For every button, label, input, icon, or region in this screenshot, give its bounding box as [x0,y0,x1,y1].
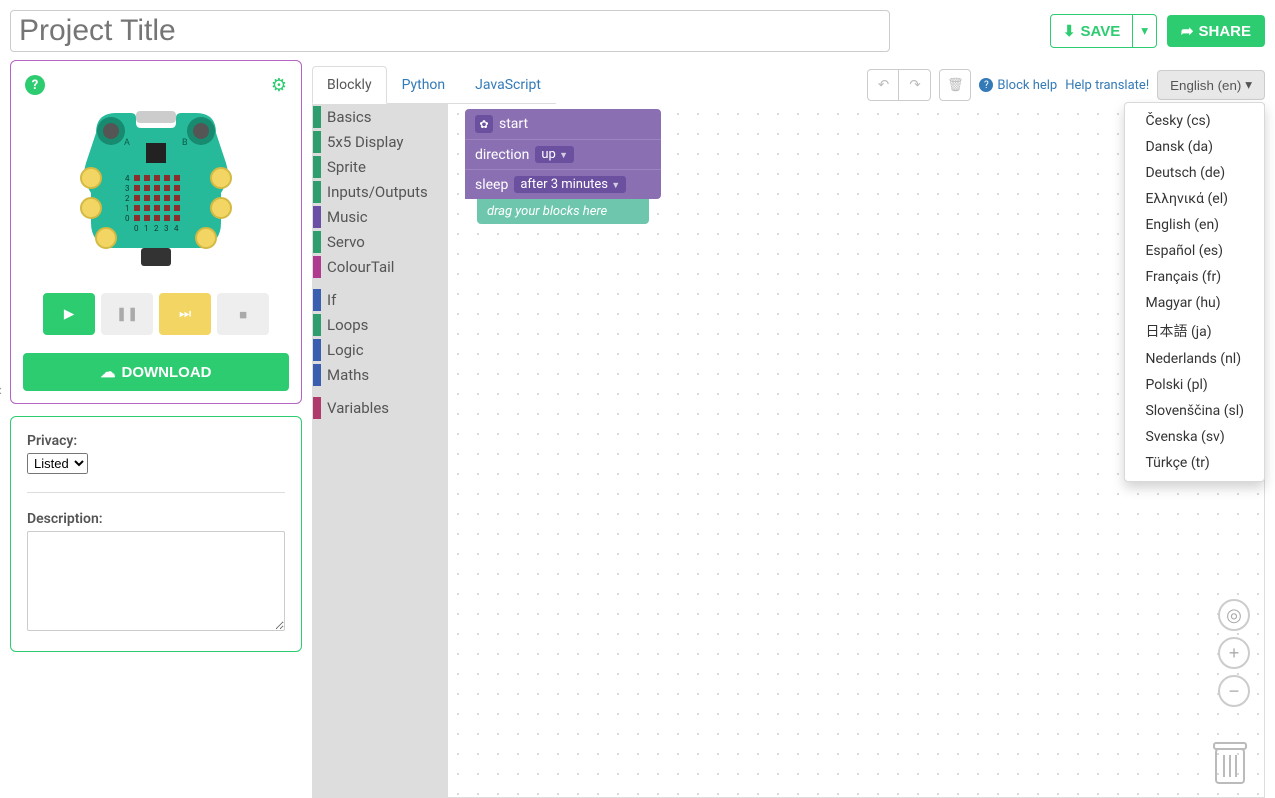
zoom-center-button[interactable]: ◎ [1218,599,1250,631]
lang-item[interactable]: Česky (cs) [1125,108,1264,134]
caret-down-icon: ▾ [1245,77,1252,93]
toolbox-cat-if[interactable]: If [313,287,448,312]
device-simulator: A B 43210 01234 [76,103,236,273]
lang-item[interactable]: Türkçe (tr) [1125,450,1264,476]
play-icon: ▶ [64,306,74,322]
toolbox-cat-inputs-outputs[interactable]: Inputs/Outputs [313,179,448,204]
zoom-in-button[interactable]: + [1218,637,1250,669]
lang-item[interactable]: Magyar (hu) [1125,290,1264,316]
toolbox-cat-music[interactable]: Music [313,204,448,229]
caret-down-icon: ▾ [1141,23,1148,38]
minus-icon: − [1229,681,1240,702]
target-icon: ◎ [1226,605,1242,626]
info-icon: ? [979,78,993,92]
meta-panel: Privacy: Listed Description: [10,416,302,652]
tab-blockly[interactable]: Blockly [312,66,387,104]
share-icon: ➦ [1181,22,1194,40]
cloud-download-icon: ☁ [101,363,116,381]
undo-icon: ↶ [878,77,889,93]
start-block-stack[interactable]: ✿start direction up ▼ sleep after 3 minu… [465,109,661,224]
lang-item[interactable]: Ελληνικά (el) [1125,186,1264,212]
privacy-label: Privacy: [27,433,285,449]
svg-text:B: B [182,138,188,148]
lang-item[interactable]: Polski (pl) [1125,372,1264,398]
settings-gear-icon[interactable]: ⚙ [271,75,287,96]
toolbox-cat-variables[interactable]: Variables [313,395,448,420]
download-icon: ⬇ [1063,22,1076,40]
stop-button[interactable]: ■ [217,293,269,335]
toolbox-cat-5x5-display[interactable]: 5x5 Display [313,129,448,154]
svg-text:4: 4 [125,174,130,183]
pause-icon: ❚❚ [116,306,138,322]
lang-item[interactable]: Deutsch (de) [1125,160,1264,186]
lang-item[interactable]: Slovenščina (sl) [1125,398,1264,424]
help-icon[interactable]: ? [25,75,45,95]
tab-javascript[interactable]: JavaScript [460,66,556,104]
lang-item[interactable]: Dansk (da) [1125,134,1264,160]
lang-item[interactable]: Español (es) [1125,238,1264,264]
play-button[interactable]: ▶ [43,293,95,335]
undo-button[interactable]: ↶ [867,69,899,101]
description-label: Description: [27,511,285,527]
direction-dropdown[interactable]: up ▼ [535,146,574,163]
svg-text:4: 4 [174,224,179,233]
sleep-dropdown[interactable]: after 3 minutes ▼ [514,176,626,193]
svg-text:0: 0 [125,214,130,223]
toolbox-cat-logic[interactable]: Logic [313,337,448,362]
svg-text:A: A [124,138,130,148]
privacy-select[interactable]: Listed [27,453,88,474]
zoom-out-button[interactable]: − [1218,675,1250,707]
download-button[interactable]: ☁ DOWNLOAD [23,353,289,391]
plus-icon: + [1229,643,1240,664]
svg-text:1: 1 [144,224,149,233]
redo-button[interactable]: ↷ [899,69,931,101]
svg-text:2: 2 [154,224,159,233]
toolbox-cat-sprite[interactable]: Sprite [313,154,448,179]
toolbox-cat-colourtail[interactable]: ColourTail [313,254,448,279]
toolbox: Basics5x5 DisplaySpriteInputs/OutputsMus… [313,104,448,797]
save-button[interactable]: ⬇ SAVE [1050,14,1133,48]
save-dropdown-button[interactable]: ▾ [1133,14,1157,48]
svg-text:2: 2 [125,194,130,203]
toolbox-cat-basics[interactable]: Basics [313,104,448,129]
language-dropdown: Česky (cs)Dansk (da)Deutsch (de)Ελληνικά… [1124,102,1265,482]
lang-item[interactable]: 日本語 (ja) [1125,316,1264,346]
toolbox-cat-servo[interactable]: Servo [313,229,448,254]
svg-text:3: 3 [125,184,130,193]
drag-hint: drag your blocks here [477,199,649,224]
svg-text:3: 3 [164,224,169,233]
step-button[interactable]: ⏭ [159,293,211,335]
block-help-link[interactable]: ? Block help [979,78,1057,93]
project-title-input[interactable] [10,10,890,52]
tab-python[interactable]: Python [387,66,461,104]
lang-item[interactable]: Nederlands (nl) [1125,346,1264,372]
svg-text:1: 1 [125,204,130,213]
svg-text:0: 0 [134,224,139,233]
canvas-trash-icon[interactable] [1210,739,1250,787]
language-button[interactable]: English (en) ▾ [1157,70,1265,100]
pause-button[interactable]: ❚❚ [101,293,153,335]
help-translate-link[interactable]: Help translate! [1065,78,1149,93]
step-forward-icon: ⏭ [179,306,191,322]
lang-item[interactable]: English (en) [1125,212,1264,238]
lang-item[interactable]: Français (fr) [1125,264,1264,290]
delete-button[interactable]: 🗑 [939,69,971,101]
toolbox-cat-loops[interactable]: Loops [313,312,448,337]
toolbox-cat-maths[interactable]: Maths [313,362,448,387]
lang-item[interactable]: Svenska (sv) [1125,424,1264,450]
device-panel: ? ⚙ A B [10,60,302,404]
trash-icon: 🗑 [947,77,964,93]
share-button[interactable]: ➦ SHARE [1167,15,1265,47]
redo-icon: ↷ [909,77,920,93]
description-textarea[interactable] [27,531,285,631]
stop-icon: ■ [239,307,247,322]
block-gear-icon[interactable]: ✿ [475,115,493,133]
